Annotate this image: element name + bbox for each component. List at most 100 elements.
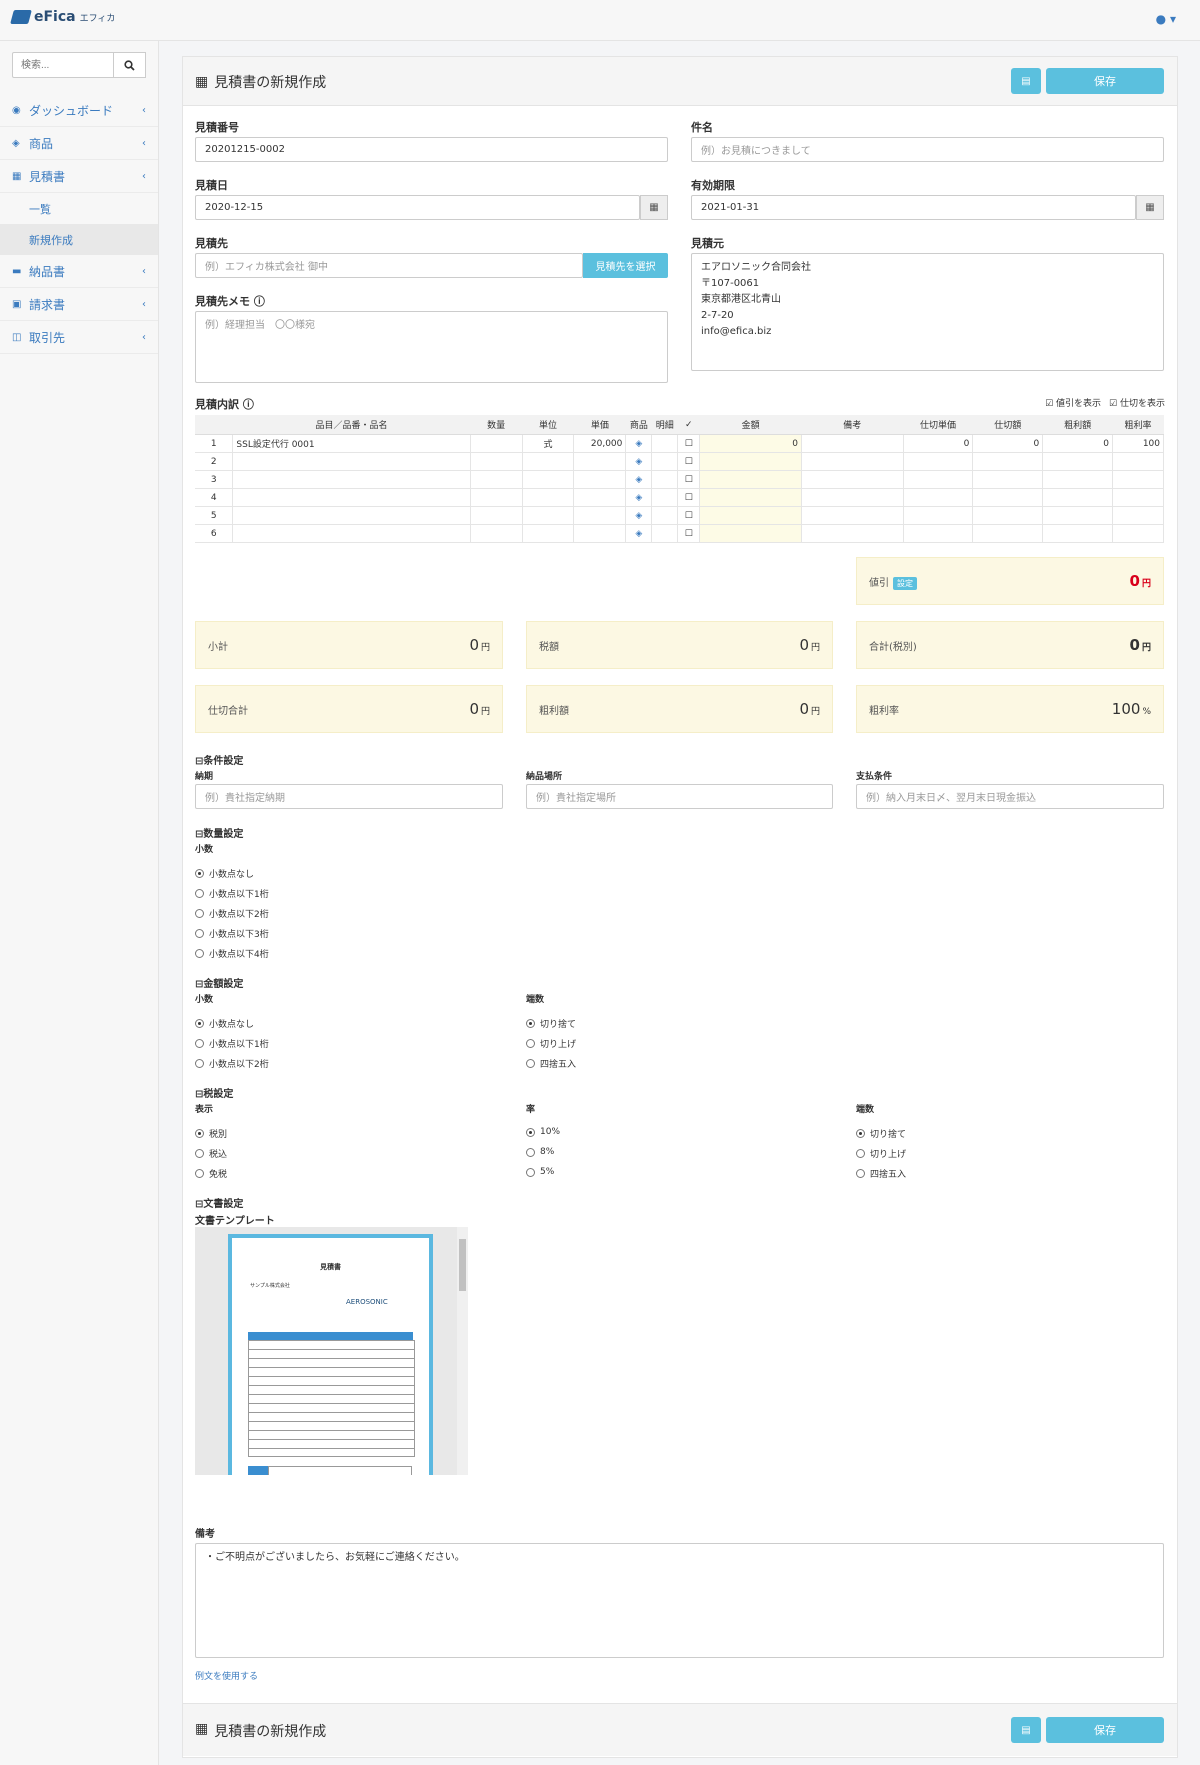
tax-section-toggle[interactable]: ⊟税設定 (195, 1085, 233, 1100)
top-bar: eFica エフィカ ● ▾ (0, 0, 1200, 41)
sidebar-item-products[interactable]: ◈ 商品 ‹ (0, 127, 158, 160)
qty-radio-0[interactable]: 小数点なし (195, 867, 254, 880)
tax-round-radio-1[interactable]: 切り上げ (856, 1147, 906, 1160)
sidebar-subitem-new[interactable]: 新規作成 (0, 224, 158, 255)
row-checkbox[interactable]: ☐ (677, 488, 701, 507)
client-field[interactable]: 例）エフィカ株式会社 御中 (195, 253, 583, 278)
cost-total-box: 仕切合計 0円 (195, 685, 503, 733)
tax-display-radio-2[interactable]: 免税 (195, 1167, 227, 1180)
table-row[interactable]: 5 ◈ ☐ (195, 506, 1164, 525)
preview-button[interactable]: ▤ (1011, 68, 1041, 94)
tax-display-radio-1[interactable]: 税込 (195, 1147, 227, 1160)
sidebar-subitem-list[interactable]: 一覧 (0, 193, 158, 224)
qty-radio-1[interactable]: 小数点以下1桁 (195, 887, 269, 900)
calendar-icon[interactable]: ▦ (1136, 195, 1164, 220)
tax-display-radio-0[interactable]: 税別 (195, 1127, 227, 1140)
product-icon[interactable]: ◈ (625, 488, 653, 507)
page-title-text: 見積書の新規作成 (214, 75, 327, 91)
qty-cell[interactable] (470, 434, 523, 453)
amount-round-radio-1[interactable]: 切り上げ (526, 1037, 576, 1050)
sidebar-item-dashboard[interactable]: ◉ ダッシュボード ‹ (0, 94, 158, 127)
tax-rate-radio-2[interactable]: 5% (526, 1167, 554, 1177)
discount-set-button[interactable]: 設定 (893, 577, 917, 590)
row-checkbox[interactable]: ☐ (677, 452, 701, 471)
valid-until-field[interactable]: 2021-01-31 (691, 195, 1136, 220)
qty-radio-3[interactable]: 小数点以下3桁 (195, 927, 269, 940)
amount-radio-2[interactable]: 小数点以下2桁 (195, 1057, 269, 1070)
document-section-toggle[interactable]: ⊟文書設定 (195, 1195, 243, 1210)
qty-radio-2[interactable]: 小数点以下2桁 (195, 907, 269, 920)
item-name-cell[interactable]: SSL設定代行 0001 (232, 434, 471, 453)
row-checkbox[interactable]: ☐ (677, 506, 701, 525)
template-preview[interactable]: 見積書 サンプル株式会社 AEROSONIC (228, 1234, 433, 1475)
template-scrollbar[interactable] (457, 1227, 468, 1475)
unit-cell[interactable]: 式 (522, 434, 575, 453)
col-profit: 粗利額 (1042, 415, 1113, 435)
calendar-icon[interactable]: ▦ (640, 195, 668, 220)
row-checkbox[interactable]: ☐ (677, 434, 701, 453)
payment-label: 支払条件 (856, 772, 893, 782)
sidebar-item-invoices[interactable]: ▣ 請求書 ‹ (0, 288, 158, 321)
preview-recipient: サンプル株式会社 (250, 1283, 290, 1289)
tax-round-radio-2[interactable]: 四捨五入 (856, 1167, 906, 1180)
search-button[interactable] (114, 52, 146, 78)
product-icon[interactable]: ◈ (625, 524, 653, 543)
user-menu[interactable]: ● ▾ (1156, 12, 1176, 26)
note-cell[interactable] (801, 434, 904, 453)
product-icon[interactable]: ◈ (625, 506, 653, 525)
row-checkbox[interactable]: ☐ (677, 470, 701, 489)
table-row[interactable]: 6 ◈ ☐ (195, 524, 1164, 543)
save-button[interactable]: 保存 (1046, 68, 1164, 94)
cost-unit-cell[interactable]: 0 (903, 434, 974, 453)
amount-radio-0[interactable]: 小数点なし (195, 1017, 254, 1030)
row-checkbox[interactable]: ☐ (677, 524, 701, 543)
preview-button[interactable]: ▤ (1011, 1717, 1041, 1743)
tax-rate-radio-1[interactable]: 8% (526, 1147, 554, 1157)
select-client-button[interactable]: 見積先を選択 (583, 253, 668, 278)
amount-round-radio-0[interactable]: 切り捨て (526, 1017, 576, 1030)
col-note: 備考 (801, 415, 904, 435)
issuer-field[interactable]: エアロソニック合同会社 〒107-0061 東京都港区北青山 2-7-20 in… (691, 253, 1164, 371)
table-row[interactable]: 3 ◈ ☐ (195, 470, 1164, 489)
product-icon[interactable]: ◈ (625, 452, 653, 471)
table-row[interactable]: 2 ◈ ☐ (195, 452, 1164, 471)
use-sample-text-link[interactable]: 例文を使用する (195, 1669, 258, 1682)
delivery-field[interactable]: 例）貴社指定納期 (195, 784, 503, 809)
product-icon[interactable]: ◈ (625, 470, 653, 489)
sidebar-item-quotes[interactable]: ▦ 見積書 ‹ (0, 160, 158, 193)
search-input[interactable] (12, 52, 114, 78)
amount-radio-1[interactable]: 小数点以下1桁 (195, 1037, 269, 1050)
show-discount-checkbox[interactable]: ☑ 値引を表示 (1045, 396, 1101, 409)
tax-round-radio-0[interactable]: 切り捨て (856, 1127, 906, 1140)
remarks-field[interactable]: ・ご不明点がございましたら、お気軽にご連絡ください。 (195, 1543, 1164, 1658)
conditions-section-toggle[interactable]: ⊟条件設定 (195, 752, 243, 767)
help-icon[interactable]: ⓘ (243, 398, 254, 411)
product-icon[interactable]: ◈ (625, 434, 653, 453)
save-button[interactable]: 保存 (1046, 1717, 1164, 1743)
logo[interactable]: eFica エフィカ (10, 9, 115, 25)
sidebar-nav: ◉ ダッシュボード ‹ ◈ 商品 ‹ ▦ 見積書 ‹ 一覧 新規作成 ▬ 納品書 ‹ ▣ 請求書 ‹… (0, 94, 158, 354)
client-memo-field[interactable]: 例）経理担当 〇〇様宛 (195, 311, 668, 383)
sidebar-item-clients[interactable]: ◫ 取引先 ‹ (0, 321, 158, 354)
quantity-section-toggle[interactable]: ⊟数量設定 (195, 825, 243, 840)
quote-no-field[interactable]: 20201215-0002 (195, 137, 668, 162)
table-row[interactable]: 1 SSL設定代行 0001 式 20,000 ◈ ☐ 0 0 0 0 100 (195, 434, 1164, 453)
tax-rate-radio-0[interactable]: 10% (526, 1127, 560, 1137)
template-picker[interactable]: 見積書 サンプル株式会社 AEROSONIC (195, 1227, 468, 1475)
qty-radio-4[interactable]: 小数点以下4桁 (195, 947, 269, 960)
subject-field[interactable]: 例）お見積につきまして (691, 137, 1164, 162)
show-cost-checkbox[interactable]: ☑ 仕切を表示 (1109, 396, 1165, 409)
sidebar-item-delivery[interactable]: ▬ 納品書 ‹ (0, 255, 158, 288)
sidebar-item-label: ダッシュボード (29, 103, 114, 118)
place-field[interactable]: 例）貴社指定場所 (526, 784, 833, 809)
price-cell[interactable]: 20,000 (573, 434, 627, 453)
amount-section-toggle[interactable]: ⊟金額設定 (195, 975, 243, 990)
amount-round-radio-2[interactable]: 四捨五入 (526, 1057, 576, 1070)
profit-label: 粗利額 (539, 706, 569, 717)
detail-cell[interactable] (651, 434, 679, 453)
table-row[interactable]: 4 ◈ ☐ (195, 488, 1164, 507)
help-icon[interactable]: ⓘ (254, 295, 265, 308)
quote-date-field[interactable]: 2020-12-15 (195, 195, 640, 220)
payment-field[interactable]: 例）納入月末日〆、翌月末日現金振込 (856, 784, 1164, 809)
page-title: ▦ 見積書の新規作成 (195, 72, 326, 92)
